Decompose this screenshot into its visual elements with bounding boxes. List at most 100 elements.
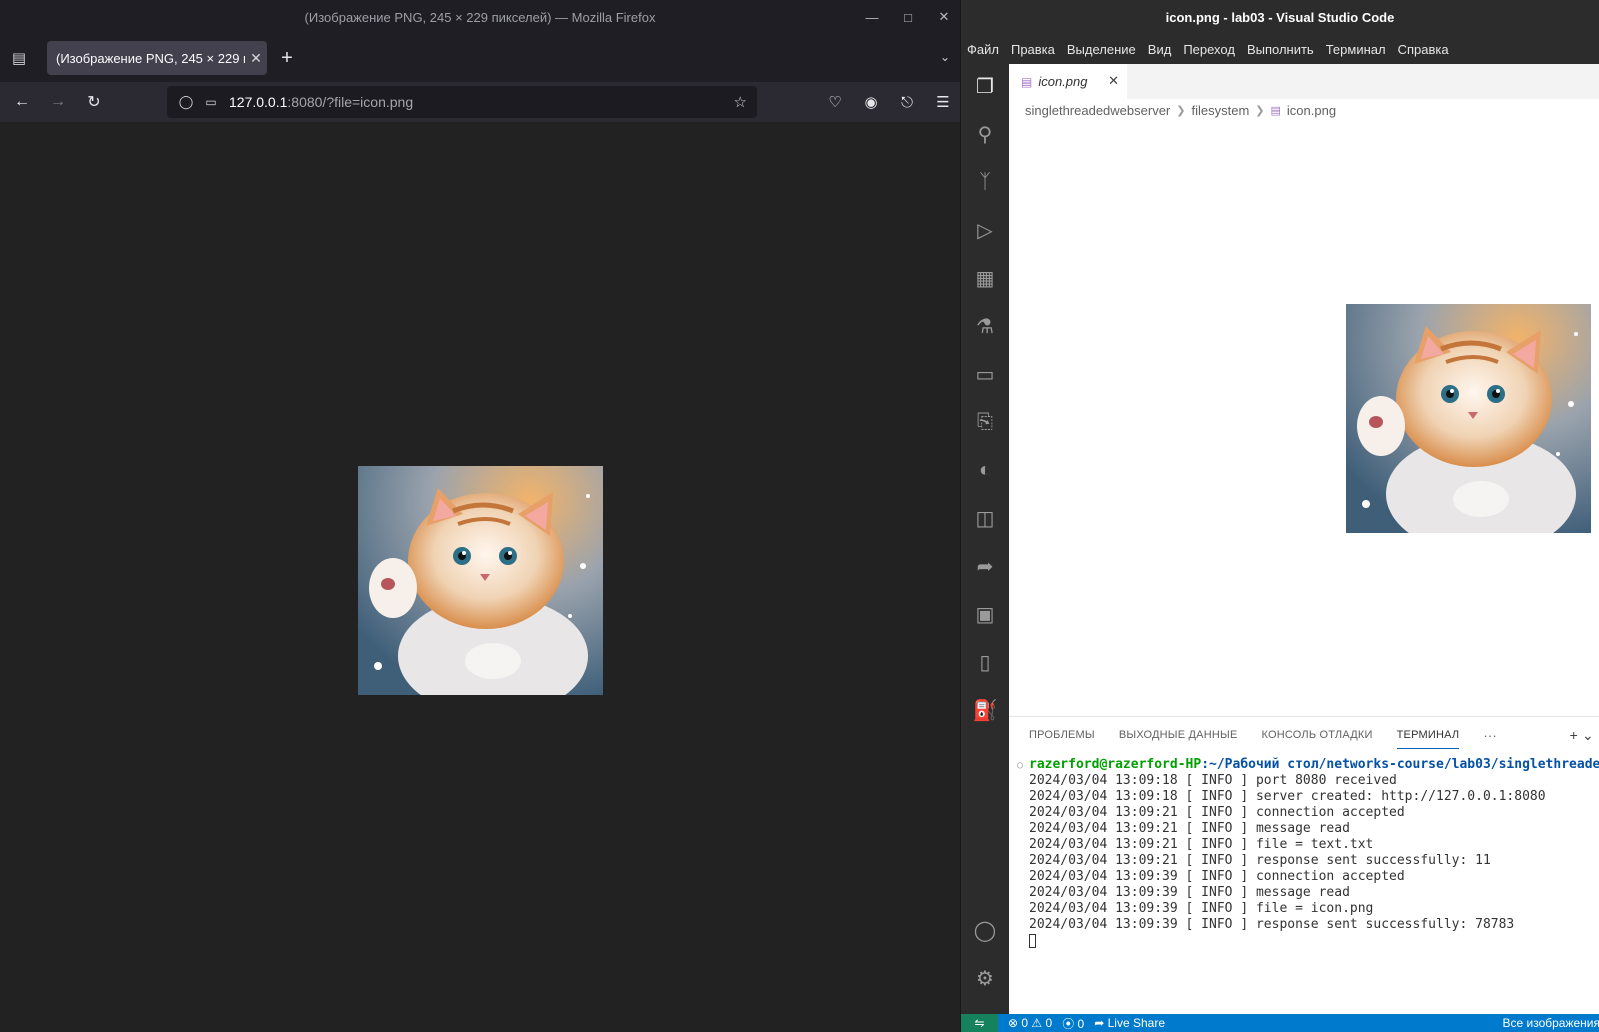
forward-icon[interactable]: → bbox=[40, 93, 76, 111]
firefox-window-title: (Изображение PNG, 245 × 229 пикселей) — … bbox=[304, 9, 656, 25]
new-tab-icon[interactable]: + bbox=[267, 47, 307, 70]
new-terminal-icon[interactable]: + ⌄ bbox=[1570, 727, 1594, 744]
search-icon[interactable]: ⚲ bbox=[961, 114, 1009, 154]
terminal-line: 2024/03/04 13:09:18 [ INFO ] server crea… bbox=[1029, 789, 1546, 804]
terminal-line: 2024/03/04 13:09:21 [ INFO ] file = text… bbox=[1029, 837, 1374, 852]
manage-gear-icon[interactable]: ⚙ bbox=[961, 958, 1009, 998]
menu-go[interactable]: Переход bbox=[1183, 42, 1235, 57]
image-preview-editor bbox=[1009, 121, 1599, 715]
remote-explorer-icon[interactable]: ▭ bbox=[961, 354, 1009, 394]
status-right-text[interactable]: Все изображения bbox=[1502, 1016, 1599, 1030]
maximize-icon[interactable]: □ bbox=[898, 10, 918, 25]
editor-tab-strip: ▤ icon.png ✕ bbox=[1009, 64, 1599, 99]
image-file-icon: ▤ bbox=[1270, 104, 1281, 117]
editor-tab-icon-png[interactable]: ▤ icon.png ✕ bbox=[1009, 64, 1127, 99]
terminal-cursor bbox=[1029, 933, 1036, 948]
vscode-menu-bar: Файл Правка Выделение Вид Переход Выполн… bbox=[961, 34, 1599, 64]
chevron-right-icon: ❯ bbox=[1176, 104, 1186, 117]
browser-tabs-icon[interactable]: ▤ bbox=[0, 49, 38, 67]
breadcrumb-file[interactable]: icon.png bbox=[1287, 103, 1336, 118]
panel-tabs: ПРОБЛЕМЫ ВЫХОДНЫЕ ДАННЫЕ КОНСОЛЬ ОТЛАДКИ… bbox=[1009, 717, 1599, 753]
terminal-prompt: ○ razerford@razerford-HP:~/Рабочий стол/n… bbox=[1017, 757, 1599, 772]
run-debug-icon[interactable]: ▷ bbox=[961, 210, 1009, 250]
live-share-status[interactable]: ➦ Live Share bbox=[1094, 1016, 1165, 1030]
tab-output[interactable]: ВЫХОДНЫЕ ДАННЫЕ bbox=[1119, 729, 1238, 741]
back-icon[interactable]: ← bbox=[4, 93, 40, 111]
bookmark-star-icon[interactable]: ☆ bbox=[734, 93, 747, 111]
extensions-icon[interactable]: ⎋ bbox=[896, 94, 918, 111]
account-icon[interactable]: ◉ bbox=[860, 93, 882, 111]
menu-terminal[interactable]: Терминал bbox=[1326, 42, 1386, 57]
close-icon[interactable]: ✕ bbox=[934, 9, 954, 25]
url-bar[interactable]: ◯ ▭ 127.0.0.1:8080/?file=icon.png ☆ bbox=[167, 86, 757, 118]
image-file-icon: ▤ bbox=[1021, 74, 1033, 89]
menu-edit[interactable]: Правка bbox=[1011, 42, 1055, 57]
browser-tab-title: (Изображение PNG, 245 × 229 пикселей) bbox=[56, 50, 245, 66]
docker-compose-icon[interactable]: ⎘ bbox=[961, 402, 1009, 442]
tab-close-icon[interactable]: ✕ bbox=[245, 50, 267, 67]
terminal-line: 2024/03/04 13:09:39 [ INFO ] response se… bbox=[1029, 917, 1515, 932]
extensions-icon[interactable]: ▦ bbox=[961, 258, 1009, 298]
reload-icon[interactable]: ↻ bbox=[76, 92, 112, 112]
terminal-line: 2024/03/04 13:09:39 [ INFO ] message rea… bbox=[1029, 885, 1350, 900]
remote-indicator-icon[interactable]: ⇋ bbox=[961, 1014, 998, 1032]
tab-terminal[interactable]: ТЕРМИНАЛ bbox=[1396, 721, 1460, 749]
vscode-window: icon.png - lab03 - Visual Studio Code Фа… bbox=[960, 0, 1599, 1032]
firefox-image-viewer bbox=[0, 122, 960, 1032]
tab-close-icon[interactable]: ✕ bbox=[1108, 73, 1119, 89]
firefox-nav-bar: ← → ↻ ◯ ▭ 127.0.0.1:8080/?file=icon.png … bbox=[0, 82, 960, 122]
source-control-icon[interactable]: ᛉ bbox=[961, 162, 1009, 202]
terminal-line: 2024/03/04 13:09:39 [ INFO ] connection … bbox=[1029, 869, 1405, 884]
firefox-tab-strip: ▤ (Изображение PNG, 245 × 229 пикселей) … bbox=[0, 34, 960, 82]
page-icon[interactable]: ▭ bbox=[201, 95, 221, 109]
terminal[interactable]: ○ razerford@razerford-HP:~/Рабочий стол/n… bbox=[1009, 753, 1599, 949]
live-share-icon[interactable]: ➦ bbox=[961, 546, 1009, 586]
shield-icon[interactable]: ◯ bbox=[171, 94, 201, 110]
url-text[interactable]: 127.0.0.1:8080/?file=icon.png bbox=[229, 94, 413, 110]
problems-status[interactable]: ⊗ 0 ⚠ 0 bbox=[1008, 1016, 1052, 1030]
app-menu-icon[interactable]: ☰ bbox=[932, 93, 954, 111]
command-status-icon: ○ bbox=[1017, 760, 1024, 771]
explorer-icon[interactable]: ❐ bbox=[961, 66, 1009, 106]
vscode-titlebar: icon.png - lab03 - Visual Studio Code bbox=[961, 0, 1599, 34]
bookmarks-icon[interactable]: ▯ bbox=[961, 642, 1009, 682]
vscode-window-title: icon.png - lab03 - Visual Studio Code bbox=[1165, 9, 1395, 25]
menu-file[interactable]: Файл bbox=[967, 42, 999, 57]
docker-icon[interactable]: ⛽ bbox=[961, 690, 1009, 730]
terminal-cursor-line bbox=[1017, 933, 1599, 949]
breadcrumb: singlethreadedwebserver ❯ filesystem ❯ ▤… bbox=[1009, 99, 1599, 121]
accounts-icon[interactable]: ◯ bbox=[961, 910, 1009, 950]
activity-bar: ❐ ⚲ ᛉ ▷ ▦ ⚗ ▭ ⎘ ◐ ◫ ➦ ▣ ▯ ⛽ ◯ ⚙ bbox=[961, 64, 1009, 1014]
ports-status[interactable]: ⦿ 0 bbox=[1062, 1015, 1084, 1032]
pocket-icon[interactable]: ♡ bbox=[824, 93, 846, 111]
github-copilot-icon[interactable]: ◐ bbox=[961, 450, 1009, 490]
chevron-right-icon: ❯ bbox=[1255, 104, 1265, 117]
breadcrumb-folder[interactable]: singlethreadedwebserver bbox=[1025, 103, 1170, 118]
testing-icon[interactable]: ⚗ bbox=[961, 306, 1009, 346]
terminal-line: 2024/03/04 13:09:18 [ INFO ] port 8080 r… bbox=[1029, 773, 1397, 788]
list-all-tabs-icon[interactable]: ⌄ bbox=[940, 50, 950, 64]
editor-tab-label: icon.png bbox=[1038, 74, 1088, 89]
menu-view[interactable]: Вид bbox=[1148, 42, 1172, 57]
workflow-icon[interactable]: ◫ bbox=[961, 498, 1009, 538]
menu-help[interactable]: Справка bbox=[1398, 42, 1449, 57]
terminal-line: 2024/03/04 13:09:39 [ INFO ] file = icon… bbox=[1029, 901, 1374, 916]
minimize-icon[interactable]: — bbox=[862, 10, 882, 25]
status-bar: ⇋ ⊗ 0 ⚠ 0 ⦿ 0 ➦ Live Share Все изображен… bbox=[961, 1014, 1599, 1032]
kitten-image[interactable] bbox=[358, 466, 603, 695]
menu-run[interactable]: Выполнить bbox=[1247, 42, 1314, 57]
browser-tab[interactable]: (Изображение PNG, 245 × 229 пикселей) ✕ bbox=[47, 41, 267, 75]
more-actions-icon[interactable]: ··· bbox=[1483, 728, 1497, 743]
kitten-image[interactable] bbox=[1346, 304, 1591, 533]
containers-icon[interactable]: ▣ bbox=[961, 594, 1009, 634]
tab-problems[interactable]: ПРОБЛЕМЫ bbox=[1029, 729, 1095, 741]
breadcrumb-folder[interactable]: filesystem bbox=[1191, 103, 1249, 118]
terminal-line: 2024/03/04 13:09:21 [ INFO ] message rea… bbox=[1029, 821, 1350, 836]
menu-selection[interactable]: Выделение bbox=[1067, 42, 1136, 57]
tab-debug-console[interactable]: КОНСОЛЬ ОТЛАДКИ bbox=[1261, 729, 1372, 741]
firefox-titlebar: (Изображение PNG, 245 × 229 пикселей) — … bbox=[0, 0, 960, 34]
firefox-window: (Изображение PNG, 245 × 229 пикселей) — … bbox=[0, 0, 960, 1032]
terminal-line: 2024/03/04 13:09:21 [ INFO ] connection … bbox=[1029, 805, 1405, 820]
bottom-panel: ПРОБЛЕМЫ ВЫХОДНЫЕ ДАННЫЕ КОНСОЛЬ ОТЛАДКИ… bbox=[1009, 716, 1599, 1014]
terminal-line: 2024/03/04 13:09:21 [ INFO ] response se… bbox=[1029, 853, 1491, 868]
